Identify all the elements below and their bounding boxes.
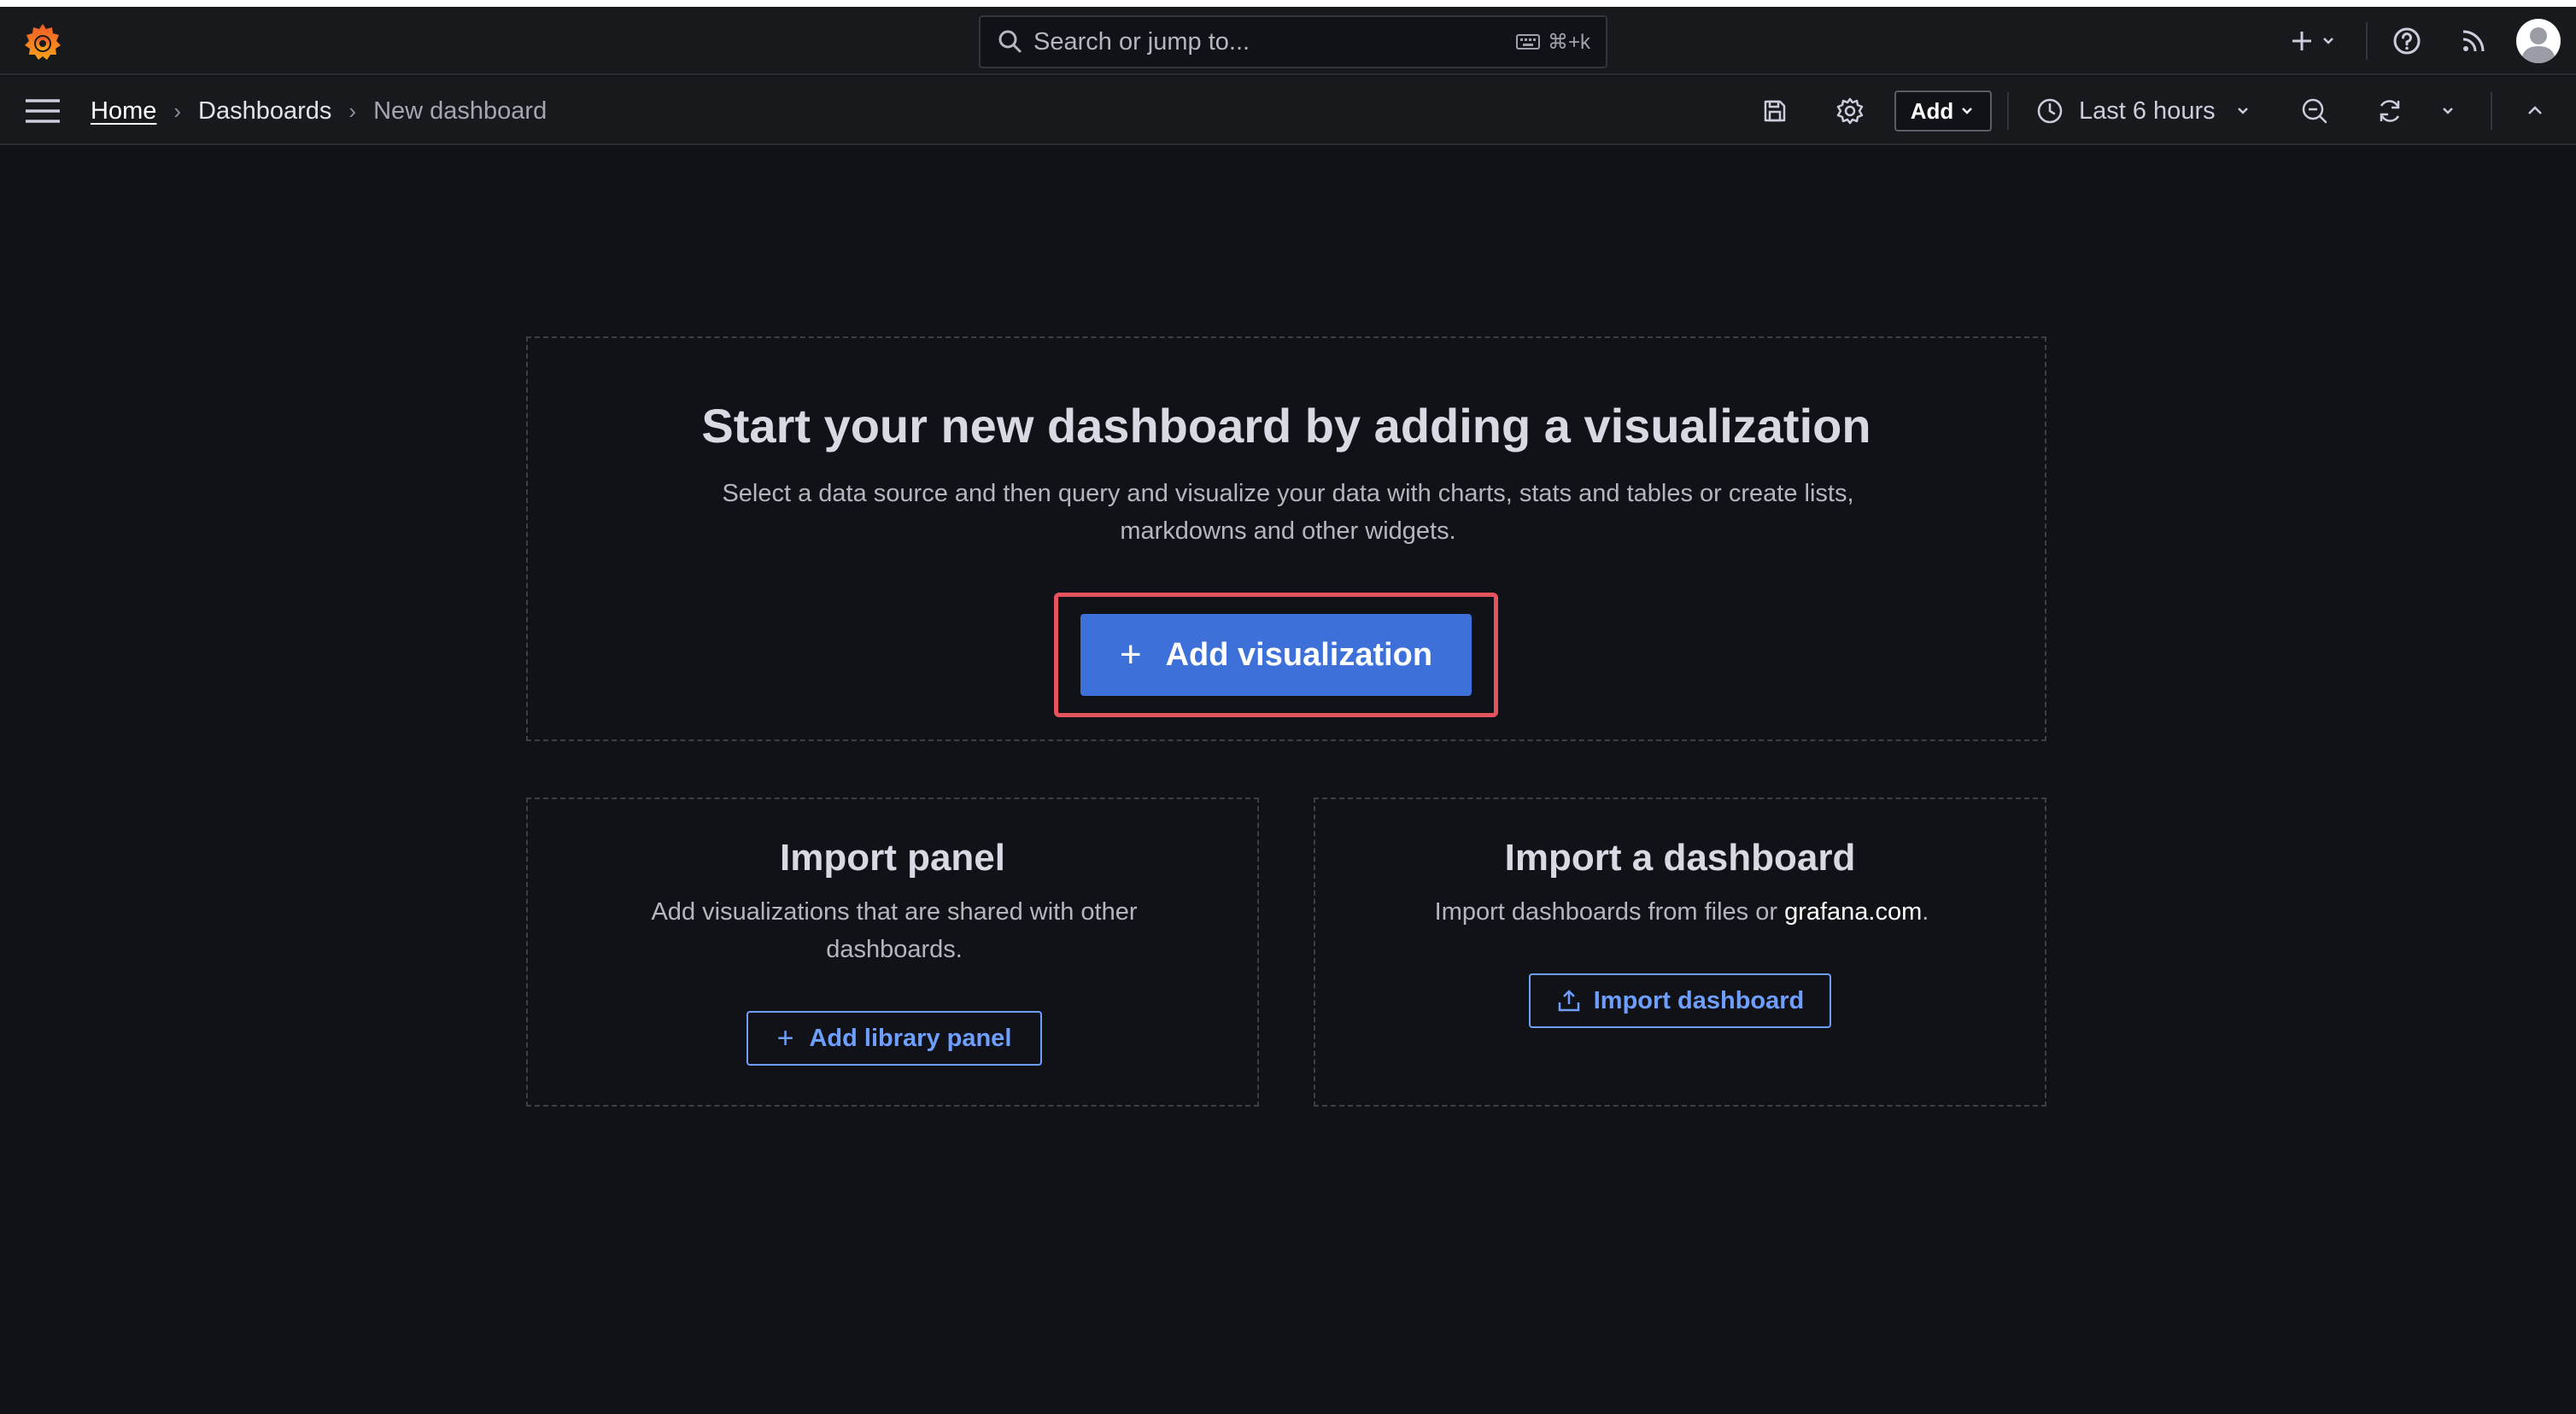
new-menu-button[interactable] [2286,24,2340,58]
import-dashboard-label: Import dashboard [1593,986,1805,1014]
avatar[interactable] [2516,19,2561,63]
user-avatar-icon [2521,27,2556,63]
import-dashboard-title: Import a dashboard [1504,837,1856,879]
chevron-down-icon [2323,38,2333,44]
zoom-out-button[interactable] [2296,94,2333,128]
refresh-icon [2380,100,2400,122]
menu-toggle-button[interactable] [24,96,61,126]
keyboard-shortcut: ⌘+k [1515,30,1590,55]
dashboard-nav-bar: Home › Dashboards › New dashboard Add La… [0,77,2576,145]
save-dashboard-button[interactable] [1756,94,1794,128]
chevron-right-icon: › [348,97,357,124]
time-range-picker[interactable]: Last 6 hours [2036,77,2251,145]
plus-icon: + [1119,634,1142,675]
divider [2491,92,2492,130]
window-frame [0,0,2576,7]
breadcrumb-dashboards[interactable]: Dashboards [198,97,331,126]
chevron-down-icon [1962,108,1973,114]
empty-dashboard-hero: Start your new dashboard by adding a vis… [526,336,2046,741]
news-feed-button[interactable] [2455,24,2492,58]
help-icon [2393,27,2421,55]
refresh-button[interactable] [2371,94,2409,128]
gear-icon [1836,97,1864,125]
chevron-down-icon [2443,108,2453,114]
breadcrumb-home[interactable]: Home [91,97,156,126]
divider [2366,22,2368,60]
import-dashboard-text: Import dashboards from files or [1434,898,1785,926]
chevron-up-icon [2528,106,2542,114]
highlight-outline: + Add visualization [1054,593,1498,717]
grafana-com-link[interactable]: grafana.com [1784,898,1922,926]
add-label: Add [1910,97,1954,124]
refresh-interval-dropdown[interactable] [2433,94,2463,128]
add-visualization-label: Add visualization [1165,636,1433,673]
top-bar: Search or jump to... ⌘+k [0,7,2576,75]
import-panel-description: Add visualizations that are shared with … [651,898,1138,963]
search-placeholder: Search or jump to... [1033,27,1250,56]
import-panel-card: Import panel Add visualizations that are… [526,798,1259,1107]
help-button[interactable] [2388,24,2426,58]
shortcut-label: ⌘+k [1547,30,1590,54]
grafana-logo-icon[interactable] [20,20,65,65]
hamburger-icon [26,99,60,123]
breadcrumb-current: New dashboard [373,96,547,125]
plus-icon [2292,32,2311,50]
search-icon [998,30,1022,53]
search-input[interactable]: Search or jump to... ⌘+k [979,15,1607,68]
add-library-panel-button[interactable]: + Add library panel [746,1011,1042,1066]
rss-icon [2462,30,2485,52]
save-icon [1764,100,1786,122]
zoom-out-icon [2302,98,2327,124]
add-library-panel-label: Add library panel [809,1024,1012,1052]
import-panel-title: Import panel [779,837,1006,879]
import-dashboard-button[interactable]: Import dashboard [1529,973,1831,1028]
plus-icon: + [776,1021,794,1055]
chevron-down-icon [2237,108,2248,114]
collapse-header-button[interactable] [2520,94,2550,128]
time-range-label: Last 6 hours [2079,96,2216,125]
import-dashboard-description: Import dashboards from files or grafana.… [1384,893,1980,931]
chevron-right-icon: › [173,97,182,124]
hero-description: Select a data source and then query and … [722,480,1854,545]
breadcrumb: Home › Dashboards › New dashboard [91,77,547,145]
import-dashboard-period: . [1922,898,1929,926]
dashboard-content: Start your new dashboard by adding a vis… [0,147,2576,1414]
import-dashboard-card: Import a dashboard Import dashboards fro… [1314,798,2046,1107]
keyboard-icon [1515,34,1540,50]
divider [2007,92,2009,130]
clock-icon [2037,98,2063,124]
upload-icon [1558,990,1579,1012]
add-visualization-button[interactable]: + Add visualization [1080,614,1472,696]
hero-title: Start your new dashboard by adding a vis… [701,399,1871,453]
add-dropdown-button[interactable]: Add [1894,91,1992,131]
dashboard-settings-button[interactable] [1831,94,1869,128]
